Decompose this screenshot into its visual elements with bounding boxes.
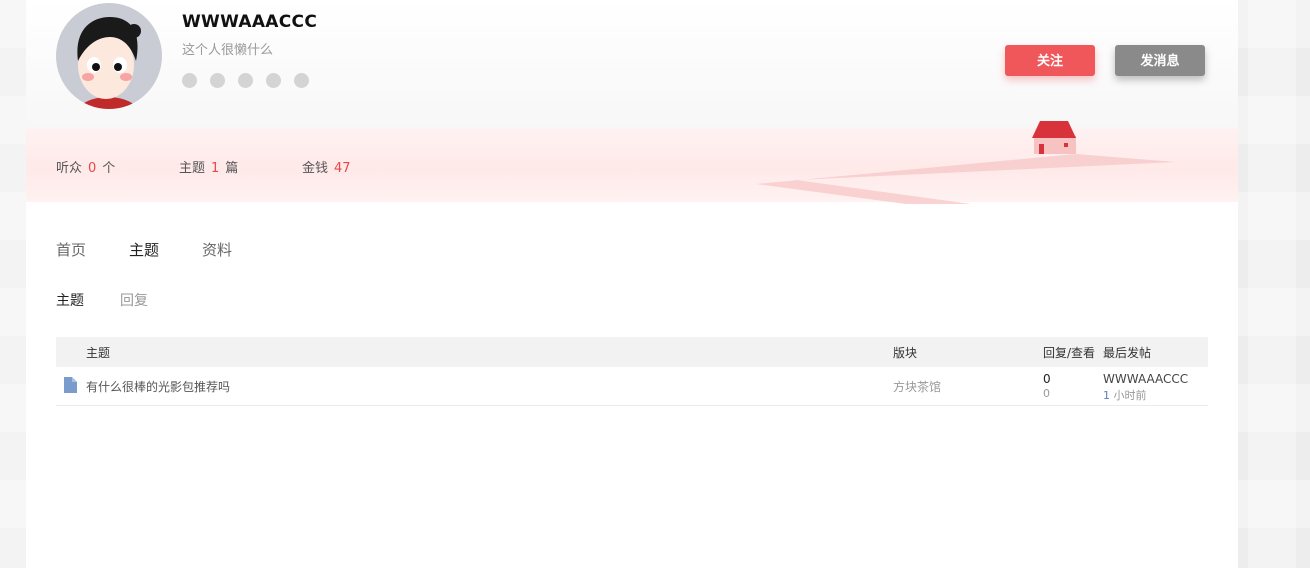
header-topic: 主题 (86, 346, 111, 360)
avatar[interactable] (56, 3, 162, 109)
github-icon[interactable] (182, 73, 197, 88)
stat-topics[interactable]: 主题 1 篇 (179, 157, 238, 176)
tab-home[interactable]: 首页 (56, 239, 86, 260)
stat-value: 47 (334, 161, 351, 176)
stat-label: 金钱 (302, 161, 329, 176)
profile-panel: WWWAAACCC 这个人很懒什么 关注 发消息 听众 0 个 主题 1 篇 金钱 47 … (26, 0, 1238, 568)
send-message-button[interactable]: 发消息 (1115, 45, 1205, 76)
view-count: 0 (1043, 387, 1050, 400)
stat-value: 0 (88, 161, 97, 176)
header-reply-view: 回复/查看 (1043, 346, 1096, 360)
social-links (182, 73, 309, 88)
wechat-icon[interactable] (238, 73, 253, 88)
document-icon (64, 377, 77, 393)
tab-profile[interactable]: 资料 (202, 239, 232, 260)
stat-listeners[interactable]: 听众 0 个 (56, 157, 115, 176)
reply-count: 0 (1043, 372, 1051, 386)
last-post-time-unit: 小时前 (1113, 389, 1147, 402)
close-icon[interactable] (294, 73, 309, 88)
house-icon (1032, 121, 1076, 154)
username: WWWAAACCC (182, 12, 318, 32)
last-post-user-link[interactable]: WWWAAACCC (1103, 372, 1188, 386)
stat-label: 主题 (179, 161, 206, 176)
header-board: 版块 (893, 346, 918, 360)
weibo-icon[interactable] (210, 73, 225, 88)
table-row: 有什么很棒的光影包推荐吗 方块茶馆 0 0 WWWAAACCC 1 小时前 (56, 367, 1208, 406)
stat-money[interactable]: 金钱 47 (302, 157, 357, 176)
stat-value: 1 (211, 161, 220, 176)
tab-topics[interactable]: 主题 (129, 239, 159, 260)
last-post-time: 1 小时前 (1103, 387, 1147, 403)
follow-button[interactable]: 关注 (1005, 45, 1095, 76)
stat-label: 听众 (56, 161, 83, 176)
header-last-post: 最后发帖 (1103, 346, 1152, 360)
last-post-time-number: 1 (1103, 389, 1110, 402)
stat-unit: 篇 (225, 161, 239, 176)
road-illustration (756, 154, 1176, 204)
subtab-replies[interactable]: 回复 (120, 290, 148, 310)
board-link[interactable]: 方块茶馆 (893, 378, 941, 395)
topic-title-link[interactable]: 有什么很棒的光影包推荐吗 (86, 378, 230, 395)
user-bio: 这个人很懒什么 (182, 43, 274, 58)
qq-icon[interactable] (266, 73, 281, 88)
table-header: 主题 版块 回复/查看 最后发帖 (56, 337, 1208, 367)
subtab-topics[interactable]: 主题 (56, 290, 84, 310)
stat-unit: 个 (102, 161, 116, 176)
